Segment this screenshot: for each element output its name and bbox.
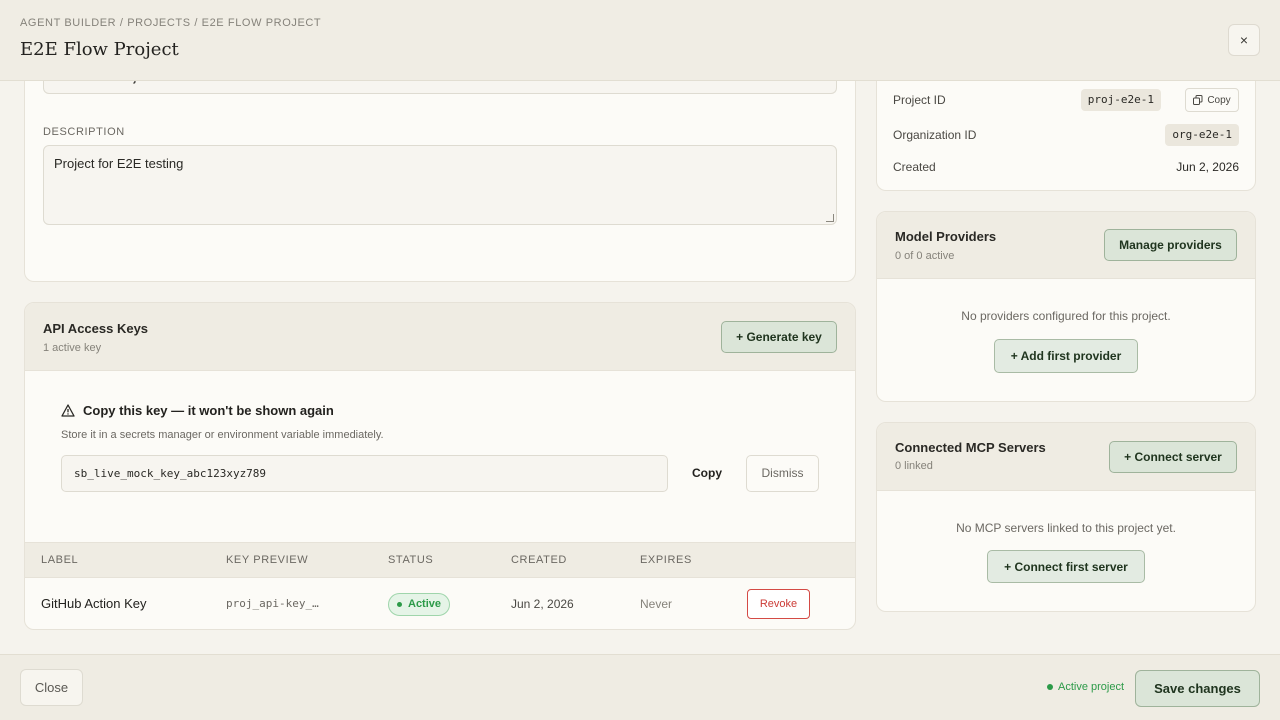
key-notice-title-text: Copy this key — it won't be shown again — [83, 403, 334, 418]
page-title: E2E Flow Project — [20, 39, 179, 60]
api-keys-subtitle: 1 active key — [43, 342, 102, 354]
column-header: EXPIRES — [640, 554, 692, 566]
modal-header: AGENT BUILDER / PROJECTS / E2E FLOW PROJ… — [0, 0, 1280, 81]
column-header: LABEL — [41, 554, 79, 566]
close-icon[interactable]: × — [1228, 24, 1260, 56]
breadcrumb: AGENT BUILDER / PROJECTS / E2E FLOW PROJ… — [20, 17, 322, 29]
column-header: CREATED — [511, 554, 567, 566]
project-id-value: proj-e2e-1 — [1080, 89, 1161, 111]
status-text: Active — [408, 598, 442, 610]
project-details-card: E2E Flow Project DESCRIPTION Project for… — [24, 81, 856, 282]
mcp-header: Connected MCP Servers 0 linked + Connect… — [877, 423, 1255, 491]
key-expires: Never — [640, 597, 673, 611]
close-button[interactable]: Close — [20, 669, 83, 706]
api-key-field[interactable]: sb_live_mock_key_abc123xyz789 — [61, 455, 668, 492]
resize-handle-icon[interactable] — [826, 214, 834, 222]
modal-content: E2E Flow Project DESCRIPTION Project for… — [0, 81, 1280, 654]
project-id-label: Project ID — [893, 93, 946, 107]
key-created: Jun 2, 2026 — [511, 597, 574, 611]
column-header: STATUS — [388, 554, 434, 566]
mcp-subtitle: 0 linked — [895, 460, 933, 472]
project-id-row: Project ID proj-e2e-1 Copy — [893, 88, 1239, 112]
providers-header: Model Providers 0 of 0 active Manage pro… — [877, 212, 1255, 279]
model-providers-card: Model Providers 0 of 0 active Manage pro… — [876, 211, 1256, 402]
key-notice-title: Copy this key — it won't be shown again — [61, 403, 334, 418]
mcp-title: Connected MCP Servers — [895, 440, 1046, 455]
status-dot-icon — [397, 602, 402, 607]
connect-server-button[interactable]: + Connect server — [1109, 441, 1237, 473]
dismiss-button[interactable]: Dismiss — [746, 455, 819, 492]
add-first-provider-button[interactable]: + Add first provider — [994, 339, 1138, 373]
copy-icon — [1193, 95, 1203, 105]
status-dot-icon — [1047, 684, 1053, 690]
api-keys-card: API Access Keys 1 active key + Generate … — [24, 302, 856, 630]
api-keys-title: API Access Keys — [43, 321, 149, 336]
table-row: GitHub Action Key proj_api-key_… Active … — [25, 578, 855, 629]
status-badge: Active — [388, 593, 451, 616]
key-preview: proj_api-key_… — [226, 597, 319, 610]
save-changes-button[interactable]: Save changes — [1135, 670, 1260, 707]
mcp-servers-card: Connected MCP Servers 0 linked + Connect… — [876, 422, 1256, 612]
copy-label: Copy — [1207, 94, 1231, 106]
description-text: Project for E2E testing — [54, 156, 184, 171]
created-row: Created Jun 2, 2026 — [893, 157, 1239, 177]
providers-empty-text: No providers configured for this project… — [961, 309, 1171, 323]
created-value: Jun 2, 2026 — [1176, 160, 1239, 174]
copy-key-button[interactable]: Copy — [681, 455, 733, 492]
keys-table-header: LABEL KEY PREVIEW STATUS CREATED EXPIRES — [25, 542, 855, 578]
project-info-card: Project ID proj-e2e-1 Copy Organization … — [876, 81, 1256, 191]
key-notice-subtitle: Store it in a secrets manager or environ… — [61, 429, 384, 441]
connect-first-server-button[interactable]: + Connect first server — [987, 550, 1145, 583]
org-id-label: Organization ID — [893, 128, 977, 142]
description-label: DESCRIPTION — [43, 126, 125, 138]
column-header: KEY PREVIEW — [226, 554, 309, 566]
project-name-input[interactable]: E2E Flow Project — [43, 81, 837, 94]
warning-icon — [61, 404, 75, 417]
org-id-row: Organization ID org-e2e-1 — [893, 124, 1239, 146]
org-id-value: org-e2e-1 — [1165, 124, 1239, 146]
revoke-button[interactable]: Revoke — [747, 589, 810, 619]
providers-subtitle: 0 of 0 active — [895, 250, 955, 262]
active-project-status: Active project — [1047, 681, 1124, 693]
generate-key-button[interactable]: + Generate key — [721, 321, 837, 353]
description-textarea[interactable]: Project for E2E testing — [43, 145, 837, 225]
created-label: Created — [893, 160, 936, 174]
manage-providers-button[interactable]: Manage providers — [1104, 229, 1237, 261]
modal-footer: Close Active project Save changes — [0, 654, 1280, 720]
copy-project-id-button[interactable]: Copy — [1185, 88, 1239, 112]
active-project-text: Active project — [1058, 681, 1125, 693]
key-label: GitHub Action Key — [41, 596, 147, 611]
providers-title: Model Providers — [895, 229, 997, 244]
api-keys-header: API Access Keys 1 active key + Generate … — [25, 303, 855, 371]
mcp-empty-text: No MCP servers linked to this project ye… — [956, 521, 1176, 535]
